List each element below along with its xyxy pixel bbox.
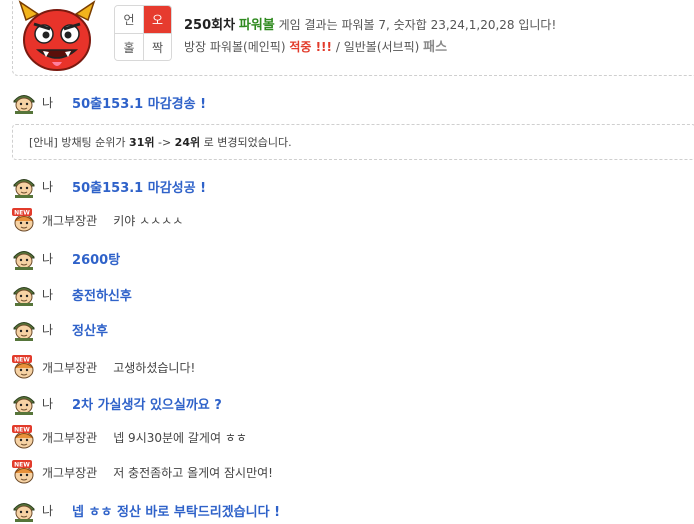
grid-cell-over: 오 [143,6,171,33]
soldier-avatar-icon [12,282,36,306]
notice-to-rank: 24위 [174,136,201,149]
new-badge-avatar-icon: NEW [12,355,36,379]
main-pick-label: 방장 파워볼(메인픽) [184,40,286,54]
message-text: 충전하신후 [72,288,132,304]
chat-message: NEW 개그부장관 저 충전좀하고 올게여 잠시만여! [12,459,273,485]
chat-message: 나 충전하신후 [12,281,132,307]
new-badge-label: NEW [14,357,30,364]
devil-mascot-icon [18,0,96,71]
soldier-avatar-icon [12,391,36,415]
message-text: 저 충전좀하고 올게여 잠시만여! [113,465,273,480]
message-text: 2600탕 [72,252,121,268]
soldier-avatar-icon [12,498,36,522]
message-sender: 나 [42,396,54,411]
result-text: 게임 결과는 파워볼 7, 숫자합 23,24,1,20,28 입니다! [278,18,557,32]
notice-prefix: [안내] 방채팅 순위가 [29,136,126,149]
new-badge-label: NEW [14,210,30,217]
new-badge-label: NEW [14,427,30,434]
hit-badge: 적중 !!! [289,40,333,54]
chat-message: 나 50출153.1 마감경송 ! [12,89,206,115]
chat-message: 나 50출153.1 마감성공 ! [12,173,206,199]
rank-notice: [안내] 방채팅 순위가 31위 -> 24위 로 변경되었습니다. [12,124,694,160]
pick-result-line: 방장 파워볼(메인픽) 적중 !!! / 일반볼(서브픽) 패스 [184,36,447,55]
message-sender: 나 [42,179,54,194]
chat-message: 나 2차 가실생각 있으실까요 ? [12,390,222,416]
chat-message: 나 정산후 [12,316,108,342]
round-number: 250회차 [184,18,236,33]
new-badge-avatar-icon: NEW [12,208,36,232]
message-sender: 개그부장관 [42,430,98,445]
message-sender: 개그부장관 [42,465,98,480]
message-sender: 개그부장관 [42,213,98,228]
pass-badge: 패스 [423,40,448,55]
notice-from-rank: 31위 [129,136,155,149]
soldier-avatar-icon [12,246,36,270]
message-sender: 나 [42,322,54,337]
game-name: 파워볼 [238,18,275,33]
message-text: 고생하셨습니다! [113,360,196,375]
new-badge-avatar-icon: NEW [12,460,36,484]
message-text: 키야 ㅅㅅㅅㅅ [113,213,184,228]
message-text: 50출153.1 마감경송 ! [72,96,207,112]
message-sender: 개그부장관 [42,360,98,375]
chat-message: 나 넵 ㅎㅎ 정산 바로 부탁드리겠습니다 ! [12,497,280,523]
chat-message: NEW 개그부장관 넵 9시30분에 갈게여 ㅎㅎ [12,424,247,450]
message-text: 정산후 [72,323,108,339]
soldier-avatar-icon [12,90,36,114]
sub-pick-label: / 일반볼(서브픽) [335,40,420,54]
new-badge-avatar-icon: NEW [12,425,36,449]
chat-message: NEW 개그부장관 키야 ㅅㅅㅅㅅ [12,207,183,233]
message-sender: 나 [42,503,54,518]
message-text: 50출153.1 마감성공 ! [72,180,207,196]
message-text: 넵 ㅎㅎ 정산 바로 부탁드리겠습니다 ! [72,504,281,520]
grid-cell-under: 언 [115,6,143,33]
grid-cell-odd: 홀 [115,33,143,60]
message-sender: 나 [42,287,54,302]
message-text: 2차 가실생각 있으실까요 ? [72,397,222,413]
chat-message: NEW 개그부장관 고생하셨습니다! [12,354,195,380]
new-badge-label: NEW [14,462,30,469]
chat-message: 나 2600탕 [12,245,120,271]
result-line: 250회차 파워볼 게임 결과는 파워볼 7, 숫자합 23,24,1,20,2… [184,14,556,33]
message-text: 넵 9시30분에 갈게여 ㅎㅎ [113,430,247,445]
grid-cell-even: 짝 [143,33,171,60]
soldier-avatar-icon [12,317,36,341]
notice-arrow: -> [157,135,172,149]
soldier-avatar-icon [12,174,36,198]
message-sender: 나 [42,95,54,110]
message-sender: 나 [42,251,54,266]
result-grid: 언 오 홀 짝 [114,5,172,61]
notice-suffix: 로 변경되었습니다. [203,136,292,149]
